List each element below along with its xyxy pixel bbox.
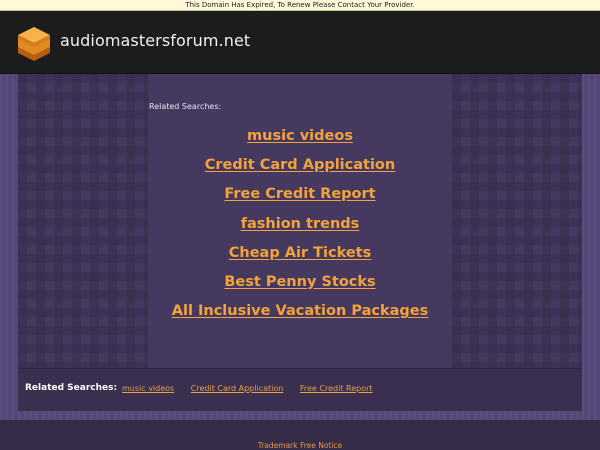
list-item: Cheap Air Tickets (18, 237, 582, 266)
related-link-free-credit-report[interactable]: Free Credit Report (224, 186, 375, 202)
main-panel: Related Searches: music videos Credit Ca… (18, 74, 582, 368)
list-item: All Inclusive Vacation Packages (18, 295, 582, 324)
related-bar-link-music-videos[interactable]: music videos (122, 384, 174, 393)
site-name: audiomastersforum.net (60, 31, 251, 50)
related-link-credit-card-application[interactable]: Credit Card Application (205, 157, 395, 173)
stack-layers-icon (18, 27, 50, 61)
list-item: Best Penny Stocks (18, 266, 582, 295)
list-item: fashion trends (18, 208, 582, 237)
expired-notice-text: This Domain Has Expired, To Renew Please… (185, 1, 415, 9)
related-link-cheap-air-tickets[interactable]: Cheap Air Tickets (229, 245, 372, 261)
related-searches-bar: Related Searches: music videos Credit Ca… (18, 368, 582, 411)
related-bar-label: Related Searches: (25, 383, 118, 393)
trademark-notice-link[interactable]: Trademark Free Notice (258, 441, 343, 450)
site-header: audiomastersforum.net (0, 11, 600, 74)
related-link-music-videos[interactable]: music videos (247, 128, 353, 144)
related-searches-heading: Related Searches: (149, 102, 222, 111)
related-bar-link-credit-card-application[interactable]: Credit Card Application (191, 384, 284, 393)
related-link-vacation-packages[interactable]: All Inclusive Vacation Packages (172, 303, 428, 319)
related-bar-link-free-credit-report[interactable]: Free Credit Report (300, 384, 373, 393)
related-links-list: music videos Credit Card Application Fre… (18, 120, 582, 324)
list-item: music videos (18, 120, 582, 149)
related-link-best-penny-stocks[interactable]: Best Penny Stocks (224, 274, 375, 290)
list-item: Free Credit Report (18, 178, 582, 207)
related-bar-items: music videos Credit Card Application Fre… (122, 384, 387, 393)
related-link-fashion-trends[interactable]: fashion trends (241, 216, 360, 232)
list-item: Credit Card Application (18, 149, 582, 178)
footer: Trademark Free Notice (0, 420, 600, 450)
expired-notice-bar: This Domain Has Expired, To Renew Please… (0, 0, 600, 11)
